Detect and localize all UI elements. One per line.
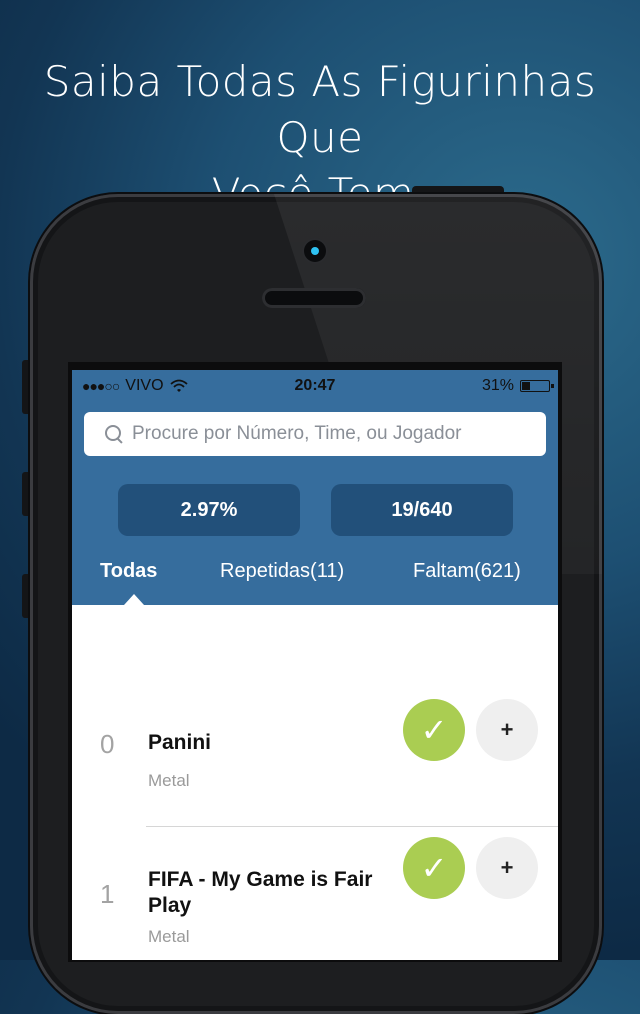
check-icon: ✓ bbox=[420, 712, 448, 748]
search-icon bbox=[104, 424, 124, 444]
collected-count-badge: 19/640 bbox=[331, 484, 513, 536]
search-input[interactable]: Procure por Número, Time, ou Jogador bbox=[84, 412, 546, 456]
sticker-title: Panini bbox=[148, 731, 212, 754]
battery-percent: 31% bbox=[481, 377, 514, 394]
filter-tabs: Todas Repetidas(11) Faltam(621) bbox=[72, 560, 558, 600]
sticker-number: 1 bbox=[100, 879, 115, 909]
owned-check-button[interactable]: ✓ bbox=[403, 837, 465, 899]
battery-icon bbox=[520, 380, 554, 392]
collected-count: 19/640 bbox=[391, 498, 453, 521]
tab-repetidas[interactable]: Repetidas(11) bbox=[220, 560, 344, 583]
progress-percent: 2.97% bbox=[180, 498, 238, 521]
progress-percent-badge: 2.97% bbox=[118, 484, 300, 536]
add-duplicate-button[interactable]: + bbox=[476, 837, 538, 899]
row-divider bbox=[146, 826, 558, 827]
sticker-type: Metal bbox=[148, 927, 190, 946]
battery-fill bbox=[522, 382, 530, 390]
plus-icon: + bbox=[500, 855, 514, 880]
plus-icon: + bbox=[500, 717, 514, 742]
add-duplicate-button[interactable]: + bbox=[476, 699, 538, 761]
active-tab-indicator bbox=[124, 594, 144, 605]
sticker-list: 0 Panini Metal ✓ + 1 FIFA - My Game is F… bbox=[72, 605, 558, 960]
check-icon: ✓ bbox=[420, 850, 448, 886]
battery-status: 31% bbox=[481, 377, 554, 395]
earpiece-speaker bbox=[262, 288, 366, 308]
sticker-title: FIFA - My Game is Fair Play bbox=[148, 868, 373, 917]
front-camera-icon bbox=[304, 240, 326, 262]
app-header: ●●●○○ VIVO 20:47 31% Procure por Número,… bbox=[72, 370, 558, 605]
search-placeholder: Procure por Número, Time, ou Jogador bbox=[132, 423, 462, 444]
status-bar: ●●●○○ VIVO 20:47 31% bbox=[72, 370, 558, 402]
tab-faltam[interactable]: Faltam(621) bbox=[413, 560, 521, 583]
tab-todas[interactable]: Todas bbox=[100, 560, 157, 583]
sticker-number: 0 bbox=[100, 729, 115, 759]
owned-check-button[interactable]: ✓ bbox=[403, 699, 465, 761]
headline-line-1: Saiba Todas As Figurinhas Que bbox=[43, 57, 597, 162]
sticker-type: Metal bbox=[148, 771, 190, 790]
app-screen: ●●●○○ VIVO 20:47 31% Procure por Número,… bbox=[72, 370, 558, 960]
